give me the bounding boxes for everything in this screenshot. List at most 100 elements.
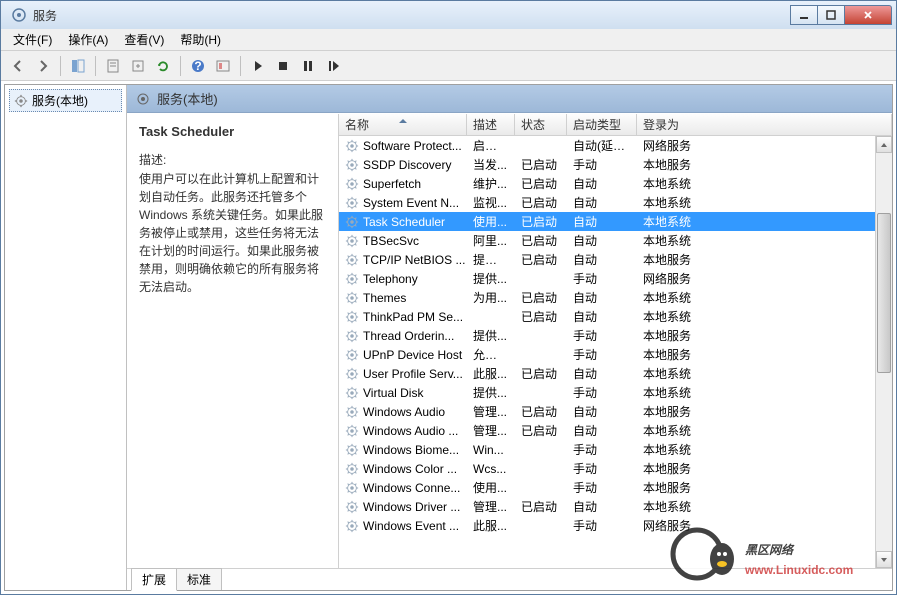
list-body[interactable]: Software Protect...启用 ...自动(延迟...网络服务SSD… xyxy=(339,136,892,568)
refresh-button[interactable] xyxy=(152,55,174,77)
service-row[interactable]: Windows Audio管理...已启动自动本地服务 xyxy=(339,402,892,421)
menu-action[interactable]: 操作(A) xyxy=(60,29,116,50)
cell-desc: 监视... xyxy=(467,193,515,212)
titlebar[interactable]: 服务 xyxy=(1,1,896,29)
cell-desc: Win... xyxy=(467,442,515,458)
window-controls xyxy=(791,5,892,25)
service-row[interactable]: Telephony提供...手动网络服务 xyxy=(339,269,892,288)
gear-icon xyxy=(345,215,359,229)
svg-text:?: ? xyxy=(194,59,201,73)
tab-standard[interactable]: 标准 xyxy=(176,568,222,590)
service-row[interactable]: Virtual Disk提供...手动本地系统 xyxy=(339,383,892,402)
toolbar-separator xyxy=(180,56,181,76)
gear-icon xyxy=(345,158,359,172)
menu-view[interactable]: 查看(V) xyxy=(116,29,172,50)
cell-startup: 自动 xyxy=(567,364,637,383)
cell-name: Windows Event ... xyxy=(339,518,467,534)
cell-status: 已启动 xyxy=(515,421,567,440)
cell-desc: 启用 ... xyxy=(467,136,515,155)
column-status[interactable]: 状态 xyxy=(515,114,567,135)
start-service-button[interactable] xyxy=(247,55,269,77)
gear-icon xyxy=(345,291,359,305)
menu-help[interactable]: 帮助(H) xyxy=(172,29,229,50)
service-row[interactable]: Themes为用...已启动自动本地系统 xyxy=(339,288,892,307)
cell-status: 已启动 xyxy=(515,402,567,421)
export-button[interactable] xyxy=(127,55,149,77)
cell-name: System Event N... xyxy=(339,195,467,211)
service-row[interactable]: System Event N...监视...已启动自动本地系统 xyxy=(339,193,892,212)
cell-status: 已启动 xyxy=(515,497,567,516)
column-logon[interactable]: 登录为 xyxy=(637,114,892,135)
minimize-button[interactable] xyxy=(790,5,818,25)
show-hide-tree-button[interactable] xyxy=(67,55,89,77)
cell-name: Task Scheduler xyxy=(339,214,467,230)
cell-desc: 管理... xyxy=(467,421,515,440)
cell-status: 已启动 xyxy=(515,250,567,269)
menu-file[interactable]: 文件(F) xyxy=(5,29,60,50)
services-window: 服务 文件(F) 操作(A) 查看(V) 帮助(H) ? xyxy=(0,0,897,595)
gear-icon xyxy=(345,139,359,153)
column-startup[interactable]: 启动类型 xyxy=(567,114,637,135)
service-row[interactable]: TBSecSvc阿里...已启动自动本地系统 xyxy=(339,231,892,250)
tree-pane[interactable]: 服务(本地) xyxy=(5,85,127,590)
service-row[interactable]: Windows Driver ...管理...已启动自动本地系统 xyxy=(339,497,892,516)
tree-root-label: 服务(本地) xyxy=(32,92,88,109)
cell-startup: 手动 xyxy=(567,478,637,497)
service-row[interactable]: Software Protect...启用 ...自动(延迟...网络服务 xyxy=(339,136,892,155)
service-row[interactable]: Windows Biome...Win...手动本地系统 xyxy=(339,440,892,459)
cell-desc: 提供... xyxy=(467,383,515,402)
service-row[interactable]: Windows Color ...Wcs...手动本地服务 xyxy=(339,459,892,478)
close-button[interactable] xyxy=(844,5,892,25)
service-row[interactable]: Windows Conne...使用...手动本地服务 xyxy=(339,478,892,497)
stop-service-button[interactable] xyxy=(272,55,294,77)
cell-startup: 手动 xyxy=(567,269,637,288)
cell-desc xyxy=(467,316,515,318)
gear-icon xyxy=(345,329,359,343)
scroll-down-button[interactable] xyxy=(876,551,892,568)
pause-service-button[interactable] xyxy=(297,55,319,77)
cell-logon: 本地服务 xyxy=(637,459,892,478)
cell-name: Windows Biome... xyxy=(339,442,467,458)
service-row[interactable]: Superfetch维护...已启动自动本地系统 xyxy=(339,174,892,193)
cell-logon: 本地系统 xyxy=(637,193,892,212)
toolbar-separator xyxy=(60,56,61,76)
cell-logon: 网络服务 xyxy=(637,269,892,288)
cell-name: Windows Color ... xyxy=(339,461,467,477)
scroll-track[interactable] xyxy=(876,153,892,551)
service-row[interactable]: Windows Audio ...管理...已启动自动本地系统 xyxy=(339,421,892,440)
vertical-scrollbar[interactable] xyxy=(875,136,892,568)
cell-logon: 本地系统 xyxy=(637,364,892,383)
service-row[interactable]: TCP/IP NetBIOS ...提供 ...已启动自动本地服务 xyxy=(339,250,892,269)
right-pane: 服务(本地) Task Scheduler 描述: 使用户可以在此计算机上配置和… xyxy=(127,85,892,590)
tab-extended[interactable]: 扩展 xyxy=(131,568,177,591)
cell-logon: 网络服务 xyxy=(637,516,892,535)
properties-button[interactable] xyxy=(102,55,124,77)
column-description[interactable]: 描述 xyxy=(467,114,515,135)
gear-icon xyxy=(135,91,151,107)
cell-name: UPnP Device Host xyxy=(339,347,467,363)
service-row[interactable]: Windows Event ...此服...手动网络服务 xyxy=(339,516,892,535)
cell-name: ThinkPad PM Se... xyxy=(339,309,467,325)
restart-service-button[interactable] xyxy=(322,55,344,77)
cell-name: Telephony xyxy=(339,271,467,287)
cell-desc: 此服... xyxy=(467,364,515,383)
cell-status: 已启动 xyxy=(515,307,567,326)
service-row[interactable]: Task Scheduler使用...已启动自动本地系统 xyxy=(339,212,892,231)
service-row[interactable]: UPnP Device Host允许 ...手动本地服务 xyxy=(339,345,892,364)
back-button[interactable] xyxy=(7,55,29,77)
cell-logon: 网络服务 xyxy=(637,136,892,155)
column-name[interactable]: 名称 xyxy=(339,114,467,135)
service-row[interactable]: User Profile Serv...此服...已启动自动本地系统 xyxy=(339,364,892,383)
cell-status xyxy=(515,487,567,489)
maximize-button[interactable] xyxy=(817,5,845,25)
tree-root-services[interactable]: 服务(本地) xyxy=(9,89,122,112)
toolbar-icon[interactable] xyxy=(212,55,234,77)
help-button[interactable]: ? xyxy=(187,55,209,77)
scroll-up-button[interactable] xyxy=(876,136,892,153)
service-row[interactable]: Thread Orderin...提供...手动本地服务 xyxy=(339,326,892,345)
service-row[interactable]: SSDP Discovery当发...已启动手动本地服务 xyxy=(339,155,892,174)
service-row[interactable]: ThinkPad PM Se...已启动自动本地系统 xyxy=(339,307,892,326)
cell-startup: 手动 xyxy=(567,459,637,478)
scroll-thumb[interactable] xyxy=(877,213,891,373)
forward-button[interactable] xyxy=(32,55,54,77)
